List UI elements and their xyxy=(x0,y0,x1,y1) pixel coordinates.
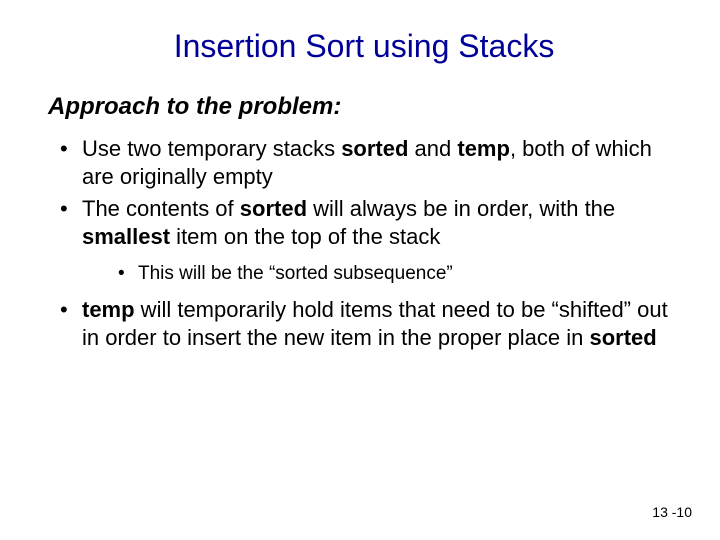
text: will temporarily hold items that need to… xyxy=(82,297,668,350)
slide-title: Insertion Sort using Stacks xyxy=(48,28,680,65)
sub-bullet-item: This will be the “sorted subsequence” xyxy=(116,262,680,287)
bold-text: temp xyxy=(457,136,510,161)
bullet-item: temp will temporarily hold items that ne… xyxy=(56,296,680,352)
bold-text: temp xyxy=(82,297,135,322)
text: The contents of xyxy=(82,196,240,221)
bullet-item: The contents of sorted will always be in… xyxy=(56,195,680,286)
bullet-item: Use two temporary stacks sorted and temp… xyxy=(56,135,680,191)
bold-text: smallest xyxy=(82,224,170,249)
text: will always be in order, with the xyxy=(307,196,615,221)
slide-subtitle: Approach to the problem: xyxy=(48,93,680,121)
bullet-list: Use two temporary stacks sorted and temp… xyxy=(48,135,680,353)
bold-text: sorted xyxy=(341,136,408,161)
text: This will be the “sorted subsequence” xyxy=(138,263,453,284)
page-number: 13 -10 xyxy=(652,504,692,520)
text: and xyxy=(408,136,457,161)
text: item on the top of the stack xyxy=(170,224,440,249)
slide: Insertion Sort using Stacks Approach to … xyxy=(0,0,720,377)
bold-text: sorted xyxy=(590,325,657,350)
sub-bullet-list: This will be the “sorted subsequence” xyxy=(82,262,680,287)
text: Use two temporary stacks xyxy=(82,136,341,161)
bold-text: sorted xyxy=(240,196,307,221)
